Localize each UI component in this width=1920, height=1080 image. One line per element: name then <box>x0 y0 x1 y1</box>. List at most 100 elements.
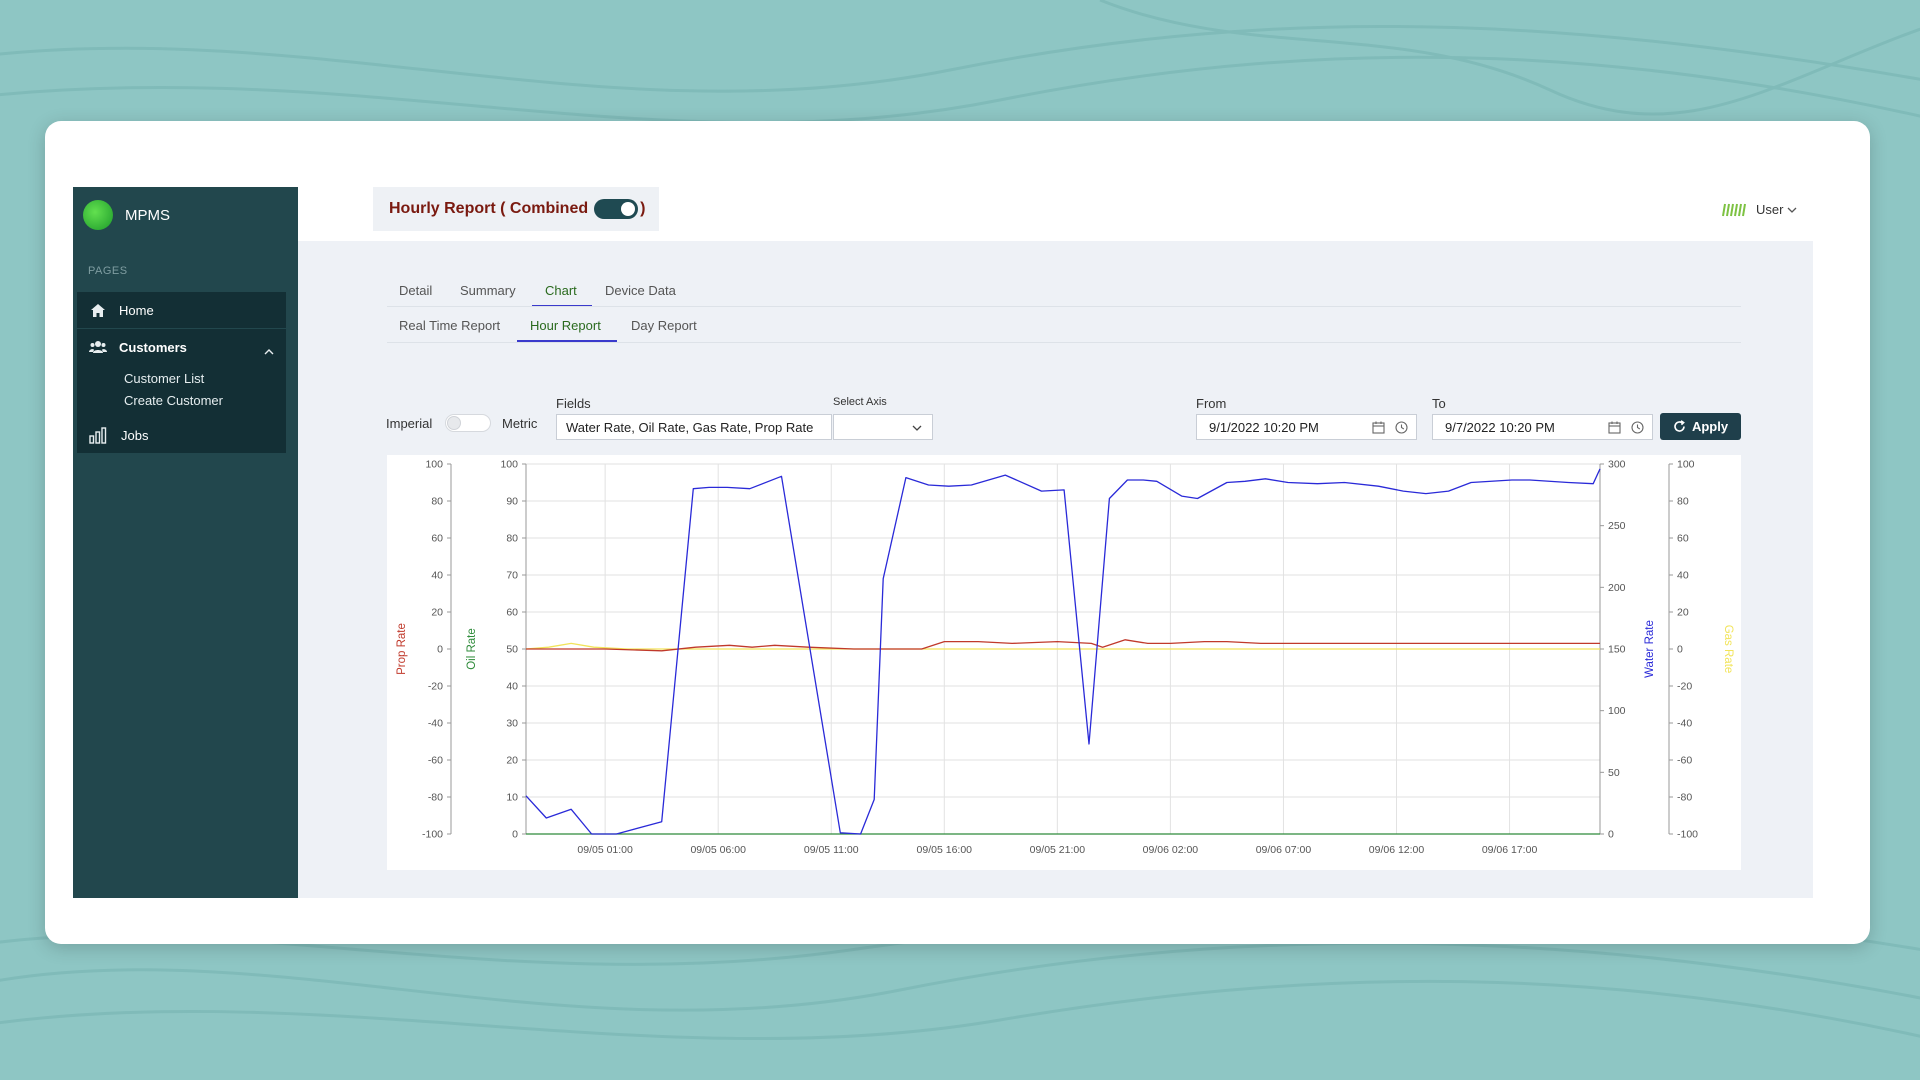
x-tick-label: 09/06 12:00 <box>1369 844 1425 856</box>
y-tick-label: 40 <box>431 570 443 582</box>
refresh-icon <box>1674 420 1685 432</box>
y-tick-label: 200 <box>1608 582 1626 594</box>
x-tick-label: 09/06 17:00 <box>1482 844 1538 856</box>
sidebar: MPMS PAGES Home Customers Customer List … <box>73 187 298 898</box>
tab-summary[interactable]: Summary <box>460 283 516 298</box>
y-axis-label: Oil Rate <box>466 628 478 670</box>
y-tick-label: 80 <box>1677 496 1689 508</box>
y-tick-label: 80 <box>506 533 518 545</box>
user-name: User <box>1756 202 1784 217</box>
clock-icon[interactable] <box>1395 421 1408 434</box>
chevron-up-icon[interactable] <box>264 342 274 360</box>
tab-hour-report[interactable]: Hour Report <box>530 318 601 333</box>
brand[interactable]: MPMS <box>83 199 170 231</box>
y-tick-label: 150 <box>1608 644 1626 656</box>
fields-value: Water Rate, Oil Rate, Gas Rate, Prop Rat… <box>566 419 814 435</box>
tab-real-time-report[interactable]: Real Time Report <box>399 318 500 333</box>
y-tick-label: -40 <box>428 718 443 730</box>
x-tick-label: 09/05 16:00 <box>917 844 973 856</box>
fields-select[interactable]: Water Rate, Oil Rate, Gas Rate, Prop Rat… <box>556 414 832 440</box>
page-title-bar: Hourly Report ( Combined ) <box>373 187 659 231</box>
y-tick-label: 30 <box>506 718 518 730</box>
app-name: MPMS <box>125 206 170 224</box>
y-tick-label: 100 <box>500 459 518 471</box>
sidebar-item-jobs[interactable]: Jobs <box>77 417 286 453</box>
sidebar-item-customers[interactable]: Customers <box>77 329 286 365</box>
bar-chart-icon <box>89 426 107 444</box>
to-datetime-input[interactable]: 9/7/2022 10:20 PM <box>1432 414 1653 440</box>
x-tick-label: 09/05 21:00 <box>1030 844 1086 856</box>
y-tick-label: 250 <box>1608 520 1626 532</box>
unit-toggle[interactable] <box>445 414 491 432</box>
apply-button[interactable]: Apply <box>1660 413 1741 440</box>
calendar-icon[interactable] <box>1608 421 1621 434</box>
sidebar-item-label: Home <box>119 302 154 318</box>
y-tick-label: 20 <box>431 607 443 619</box>
tab-chart[interactable]: Chart <box>545 283 577 298</box>
brand-stripes-icon <box>1722 203 1746 216</box>
home-icon <box>89 301 107 319</box>
to-label: To <box>1432 396 1446 411</box>
to-value: 9/7/2022 10:20 PM <box>1445 419 1555 435</box>
tab-detail[interactable]: Detail <box>399 283 432 298</box>
y-tick-label: 40 <box>506 681 518 693</box>
y-tick-label: 100 <box>1608 705 1626 717</box>
y-tick-label: -60 <box>428 755 443 767</box>
y-axis-label: Gas Rate <box>1722 625 1734 674</box>
apply-label: Apply <box>1691 419 1729 434</box>
y-tick-label: 300 <box>1608 459 1626 471</box>
sidebar-subitem-customer-list[interactable]: Customer List <box>124 371 204 386</box>
combined-toggle[interactable] <box>594 199 639 219</box>
from-value: 9/1/2022 10:20 PM <box>1209 419 1319 435</box>
sidebar-item-label: Customers <box>119 339 187 355</box>
y-tick-label: 0 <box>1677 644 1683 656</box>
y-tick-label: 90 <box>506 496 518 508</box>
y-tick-label: -100 <box>1677 829 1698 841</box>
y-tick-label: 0 <box>512 829 518 841</box>
series-line-water-rate <box>525 468 1601 835</box>
x-tick-label: 09/06 02:00 <box>1143 844 1199 856</box>
select-axis-dropdown[interactable] <box>833 414 933 440</box>
chevron-down-icon <box>912 425 922 431</box>
page-title-close: ) <box>640 200 646 217</box>
sidebar-item-home[interactable]: Home <box>77 292 286 328</box>
calendar-icon[interactable] <box>1372 421 1385 434</box>
x-tick-label: 09/05 01:00 <box>577 844 633 856</box>
fields-label: Fields <box>556 396 591 411</box>
y-tick-label: 50 <box>1608 767 1620 779</box>
tab-divider <box>387 306 1741 307</box>
y-tick-label: 100 <box>425 459 443 471</box>
tab-day-report[interactable]: Day Report <box>631 318 697 333</box>
rates-line-chart: 09/05 01:00 09/05 06:00 09/05 11:00 09/05 1… <box>396 459 1734 857</box>
chevron-down-icon <box>1787 207 1797 213</box>
y-tick-label: 20 <box>506 755 518 767</box>
sidebar-subitem-create-customer[interactable]: Create Customer <box>124 393 223 408</box>
y-tick-label: 10 <box>506 792 518 804</box>
y-axis-label: Water Rate <box>1644 620 1656 678</box>
select-axis-label: Select Axis <box>833 396 887 408</box>
y-tick-label: 20 <box>1677 607 1689 619</box>
x-tick-label: 09/05 11:00 <box>804 844 859 856</box>
y-tick-label: 0 <box>1608 829 1614 841</box>
y-tick-label: -60 <box>1677 755 1692 767</box>
clock-icon[interactable] <box>1631 421 1644 434</box>
sidebar-item-label: Jobs <box>121 427 149 443</box>
page-title: Hourly Report ( Combined <box>389 200 589 217</box>
tab-device-data[interactable]: Device Data <box>605 283 676 298</box>
subtab-divider <box>387 342 1741 343</box>
y-axis-label: Prop Rate <box>396 623 408 675</box>
y-tick-label: -40 <box>1677 718 1692 730</box>
y-tick-label: -20 <box>1677 681 1692 693</box>
chart-area: 09/05 01:00 09/05 06:00 09/05 11:00 09/05 1… <box>387 455 1741 870</box>
y-tick-label: 80 <box>431 496 443 508</box>
y-tick-label: -80 <box>428 792 443 804</box>
y-tick-label: 60 <box>1677 533 1689 545</box>
x-tick-label: 09/06 07:00 <box>1256 844 1312 856</box>
metric-label: Metric <box>502 416 538 431</box>
y-tick-label: -20 <box>428 681 443 693</box>
from-datetime-input[interactable]: 9/1/2022 10:20 PM <box>1196 414 1417 440</box>
user-menu[interactable]: User <box>1722 202 1797 217</box>
y-tick-label: 60 <box>506 607 518 619</box>
logo-icon <box>83 200 113 230</box>
y-tick-label: 70 <box>506 570 518 582</box>
